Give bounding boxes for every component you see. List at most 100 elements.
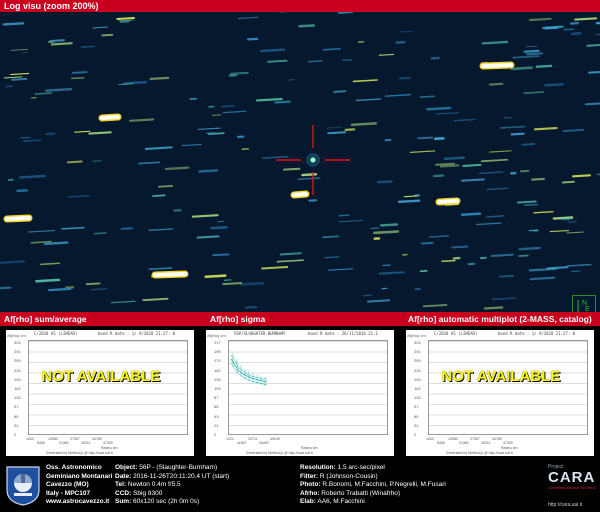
- star-trail: [71, 77, 85, 80]
- generated-by: Generated by Mefitrol(r) @ http://cara.u…: [246, 451, 313, 455]
- star-trail: [337, 12, 354, 14]
- star-trail: [475, 222, 502, 226]
- field-key: Elab:: [300, 498, 316, 505]
- star-trail: [435, 162, 456, 166]
- star-trail: [588, 71, 600, 74]
- star-trail: [240, 281, 265, 286]
- y-tick-label: 97: [414, 404, 419, 410]
- image-title: Log visu (zoom 200%): [4, 1, 99, 11]
- processing-info: Resolution: 1.5 arc-sec/pixel Filter: R …: [300, 464, 446, 507]
- star-trail: [92, 26, 108, 29]
- star-trail: [533, 210, 554, 214]
- comet-image[interactable]: N E: [0, 12, 600, 312]
- star-trail: [10, 72, 30, 76]
- object-value: 56P - (Slaughter-Burnham): [137, 464, 218, 471]
- star-field: [0, 12, 600, 310]
- star-trail: [533, 126, 558, 131]
- star-trail: [451, 245, 469, 249]
- star-trail: [222, 282, 243, 286]
- y-tick-label: 324: [14, 340, 21, 345]
- star-trail: [237, 16, 259, 20]
- star-trail: [544, 83, 564, 87]
- observatory-logo: [4, 464, 42, 506]
- star-trail: [571, 174, 592, 178]
- star-trail: [417, 136, 434, 140]
- star-trail: [44, 87, 73, 92]
- x-axis-label: Radius km: [101, 446, 118, 450]
- star-trail: [426, 106, 452, 111]
- star-trail: [204, 274, 227, 279]
- y-tick-label: 0: [214, 432, 217, 437]
- star-trail: [546, 266, 569, 270]
- y-tick-label: 129: [414, 395, 421, 401]
- star-trail: [164, 166, 190, 171]
- observatory-website: www.astrocavezzo.it: [46, 498, 110, 505]
- star-trail: [379, 223, 399, 227]
- star-trail: [488, 82, 504, 86]
- y-tick-label: 226: [14, 367, 21, 373]
- x-tick-label: 11867: [237, 441, 247, 445]
- x-tick-label: 29711: [248, 437, 258, 441]
- afrho-sum-panel: C/2018 A5 (LINEAR) band R date : 1/ 9/20…: [2, 326, 198, 460]
- field-key: Filter:: [300, 472, 319, 480]
- star-trail: [197, 127, 221, 131]
- star-trail: [255, 97, 283, 102]
- plot-date: band R date : 1/ 9/2018 21:27: 0: [98, 331, 176, 336]
- star-trail: [421, 241, 434, 245]
- field-key: Photo:: [300, 481, 321, 488]
- star-trail: [80, 45, 95, 48]
- panel-title-sigma: Af[rho] sigma: [210, 314, 266, 324]
- afrho-multiplot-panel: C/2018 A5 (LINEAR) band R date : 1/ 9/20…: [402, 326, 598, 460]
- star-trail: [34, 92, 53, 95]
- x-tick-label: 34492: [259, 441, 269, 445]
- star-trail: [561, 180, 575, 184]
- star-trail: [462, 163, 482, 167]
- star-trail: [453, 118, 476, 122]
- star-trail: [518, 246, 541, 251]
- star-trail: [191, 214, 219, 218]
- resolution-value: 1.5 arc-sec/pixel: [335, 464, 385, 471]
- star-trail: [489, 150, 512, 153]
- star-trail: [157, 185, 174, 188]
- y-tick-label: 324: [414, 340, 421, 345]
- star-trail: [378, 53, 395, 56]
- observatory-line: Cavezzo (MO): [46, 481, 89, 488]
- star-trail: [480, 158, 508, 163]
- sigma-curve: [230, 353, 268, 386]
- bright-star: [437, 199, 459, 204]
- field-key: Sum:: [115, 498, 132, 505]
- star-trail: [433, 137, 445, 141]
- star-trail: [584, 102, 600, 106]
- star-trail: [478, 171, 504, 175]
- star-trail: [376, 180, 393, 184]
- star-trail: [2, 22, 25, 26]
- star-trail: [274, 100, 291, 104]
- cara-logo[interactable]: Project CARA Cometary Archive for Afrho: [548, 464, 596, 500]
- cara-url-link[interactable]: http://cara.uai.it: [548, 502, 582, 508]
- comet-nucleus: [310, 157, 316, 163]
- star-trail: [43, 241, 69, 246]
- cara-subtitle: Cometary Archive for Afrho: [548, 485, 596, 490]
- star-trail: [308, 60, 323, 63]
- star-trail: [398, 30, 414, 33]
- star-trail: [71, 71, 88, 74]
- star-trail: [483, 306, 504, 310]
- star-trail: [523, 49, 540, 53]
- star-trail: [595, 33, 600, 36]
- star-trail: [47, 287, 72, 292]
- plot-frame: [428, 340, 588, 435]
- star-trail: [512, 55, 540, 59]
- star-trail: [0, 286, 12, 290]
- y-tick-label: 291: [14, 349, 21, 355]
- star-trail: [198, 169, 219, 173]
- star-trail: [116, 17, 136, 21]
- x-tick-label: 34311: [81, 441, 91, 445]
- x-axis-label: Radius km: [501, 446, 518, 450]
- star-trail: [510, 66, 534, 71]
- star-trail: [18, 174, 46, 179]
- star-trail: [338, 219, 363, 223]
- x-tick-label: 1221: [226, 437, 234, 441]
- star-trail: [66, 160, 83, 164]
- x-tick-label: 47309: [103, 441, 113, 445]
- star-trail: [276, 259, 304, 263]
